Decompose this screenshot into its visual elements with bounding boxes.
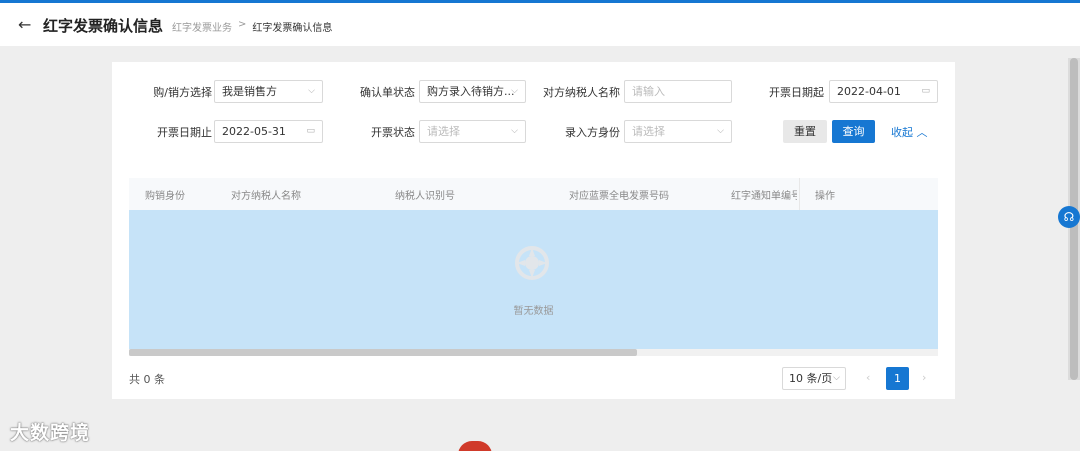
date-start-picker[interactable]: 2022-04-01 ▭ (829, 80, 938, 103)
breadcrumb-item-current: 红字发票确认信息 (252, 23, 333, 34)
column-divider (799, 178, 800, 210)
entry-role-label: 录入方身份 (565, 126, 620, 139)
chevron-down-icon: ⌵ (308, 86, 315, 96)
prev-page-icon[interactable]: ‹ (866, 371, 870, 384)
confirm-status-value: 购方录入待销方... (427, 85, 515, 98)
page-header: ← 红字发票确认信息 红字发票业务 > 红字发票确认信息 (0, 3, 1080, 46)
collapse-label: 收起 (891, 126, 913, 139)
chevron-down-icon: ⌵ (833, 373, 840, 383)
confirm-status-select[interactable]: 购方录入待销方... ⌵ (419, 80, 526, 103)
buyer-seller-select[interactable]: 我是销售方 ⌵ (214, 80, 323, 103)
page-size-value: 10 条/页 (789, 372, 833, 385)
next-page-icon[interactable]: › (922, 371, 926, 384)
counterparty-name-placeholder: 请输入 (632, 85, 665, 98)
page-title: 红字发票确认信息 (43, 17, 164, 35)
collapse-link[interactable]: 收起 ︿ (891, 124, 928, 140)
empty-data-icon (515, 246, 549, 280)
date-start-label: 开票日期起 (769, 86, 824, 99)
buyer-seller-value: 我是销售方 (222, 85, 277, 98)
query-button[interactable]: 查询 (832, 120, 875, 143)
table-horizontal-scrollbar[interactable] (129, 349, 938, 356)
date-start-value: 2022-04-01 (837, 85, 901, 98)
watermark-logo: 大数跨境 (10, 418, 90, 445)
main-card: 购/销方选择 我是销售方 ⌵ 确认单状态 购方录入待销方... ⌵ 对方纳税人名… (112, 62, 955, 399)
chevron-down-icon: ⌵ (717, 126, 724, 136)
column-header-actions: 操作 (815, 191, 835, 202)
date-end-label: 开票日期止 (157, 126, 212, 139)
back-arrow-icon[interactable]: ← (18, 15, 31, 34)
page-number-button[interactable]: 1 (886, 367, 909, 390)
reset-button[interactable]: 重置 (783, 120, 827, 143)
entry-role-select[interactable]: 请选择 ⌵ (624, 120, 732, 143)
invoice-status-select[interactable]: 请选择 ⌵ (419, 120, 526, 143)
buyer-seller-label: 购/销方选择 (153, 86, 212, 99)
invoice-status-placeholder: 请选择 (427, 125, 460, 138)
table-header: 购销身份 对方纳税人名称 纳税人识别号 对应蓝票全电发票号码 红字通知单编号 操… (129, 178, 938, 210)
column-header: 对方纳税人名称 (231, 191, 301, 202)
watermark-text: 大数跨境 (10, 422, 91, 444)
breadcrumb-separator-icon: > (238, 19, 247, 30)
national-emblem-icon (458, 441, 492, 451)
date-end-picker[interactable]: 2022-05-31 ▭ (214, 120, 323, 143)
total-count: 共 0 条 (129, 373, 165, 386)
calendar-icon: ▭ (921, 86, 930, 96)
confirm-status-label: 确认单状态 (360, 86, 415, 99)
entry-role-placeholder: 请选择 (632, 125, 665, 138)
column-header: 纳税人识别号 (395, 191, 455, 202)
invoice-status-label: 开票状态 (371, 126, 415, 139)
headset-icon[interactable]: ☊ (1058, 206, 1080, 228)
chevron-down-icon: ⌵ (511, 86, 518, 96)
breadcrumb-item-red-invoice-business[interactable]: 红字发票业务 (172, 19, 232, 34)
counterparty-name-input[interactable]: 请输入 (624, 80, 732, 103)
calendar-icon: ▭ (306, 126, 315, 136)
breadcrumb: 红字发票业务 > 红字发票确认信息 (172, 19, 332, 34)
counterparty-name-label: 对方纳税人名称 (543, 86, 620, 99)
page-size-select[interactable]: 10 条/页 ⌵ (782, 367, 846, 390)
empty-text: 暂无数据 (513, 306, 554, 317)
scrollbar-thumb[interactable] (129, 349, 637, 356)
chevron-up-icon: ︿ (916, 126, 928, 139)
date-end-value: 2022-05-31 (222, 125, 286, 138)
chevron-down-icon: ⌵ (511, 126, 518, 136)
column-header: 红字通知单编号 (731, 191, 797, 202)
table-body-empty: 暂无数据 (129, 210, 938, 349)
column-header: 购销身份 (145, 191, 185, 202)
column-header: 对应蓝票全电发票号码 (569, 191, 669, 202)
